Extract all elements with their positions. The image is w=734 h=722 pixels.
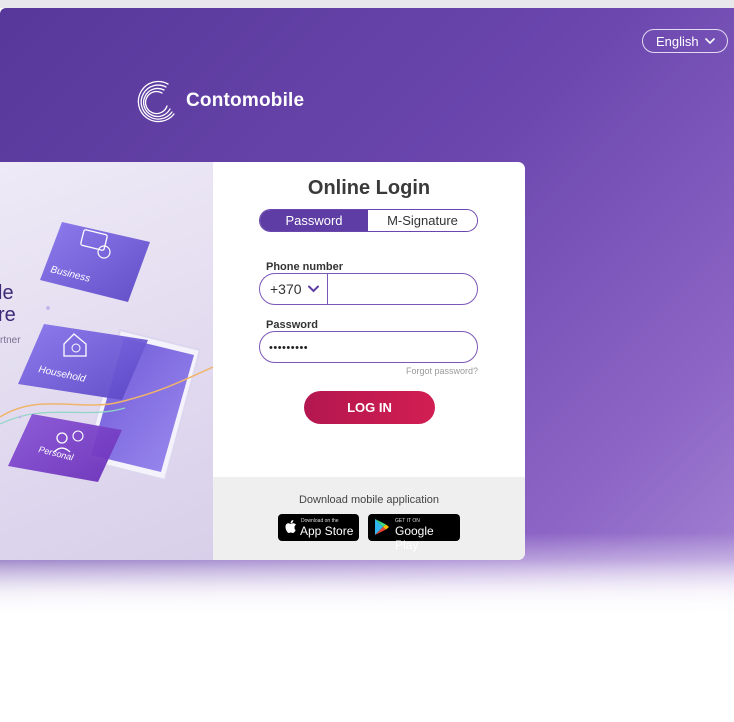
forgot-password-link[interactable]: Forgot password? (406, 366, 478, 376)
apple-icon (285, 520, 296, 533)
login-method-tabs: Password M-Signature (259, 209, 478, 232)
brand-logo[interactable]: Contomobile (134, 78, 304, 124)
promo-heading-line1: le (0, 282, 14, 304)
log-in-button[interactable]: LOG IN (304, 391, 435, 424)
google-play-badge[interactable]: GET IT ON Google Play (368, 514, 460, 552)
login-title: Online Login (307, 177, 431, 199)
app-store-badge[interactable]: Download on the App Store (278, 514, 359, 541)
download-app-section: Download mobile application Download on … (213, 477, 525, 560)
download-label: Download mobile application (298, 494, 440, 506)
brand-name: Contomobile (186, 90, 305, 111)
country-code-select[interactable]: +370 (260, 274, 328, 304)
country-code-value: +370 (270, 281, 302, 297)
password-label: Password (266, 319, 318, 331)
tab-m-signature[interactable]: M-Signature (368, 210, 477, 231)
brand-logo-icon (137, 80, 175, 123)
language-selector[interactable]: English (642, 29, 728, 53)
promo-heading-line2: re (0, 304, 16, 326)
google-play-icon (375, 519, 389, 535)
phone-field: +370 (259, 273, 486, 306)
chevron-down-icon (307, 285, 319, 293)
browser-top-strip (0, 0, 734, 8)
promo-panel: Business Household Personal le re rtner (0, 162, 213, 560)
briefcase-euro-icon (40, 222, 150, 302)
language-label: English (656, 33, 699, 49)
password-input[interactable] (260, 332, 487, 364)
promo-illustration: Business Household Personal (0, 222, 213, 482)
chevron-down-icon (705, 38, 715, 45)
phone-number-input[interactable] (328, 274, 486, 306)
login-card: Online Login Password M-Signature Phone … (213, 162, 525, 560)
app-store-big-text: App Store (300, 524, 354, 538)
hero-fade (0, 560, 734, 620)
promo-subtext: rtner (0, 335, 21, 346)
password-field (259, 331, 487, 364)
google-play-big-text: Google Play (395, 524, 434, 552)
phone-number-label: Phone number (266, 261, 344, 273)
tab-password[interactable]: Password (260, 210, 368, 231)
